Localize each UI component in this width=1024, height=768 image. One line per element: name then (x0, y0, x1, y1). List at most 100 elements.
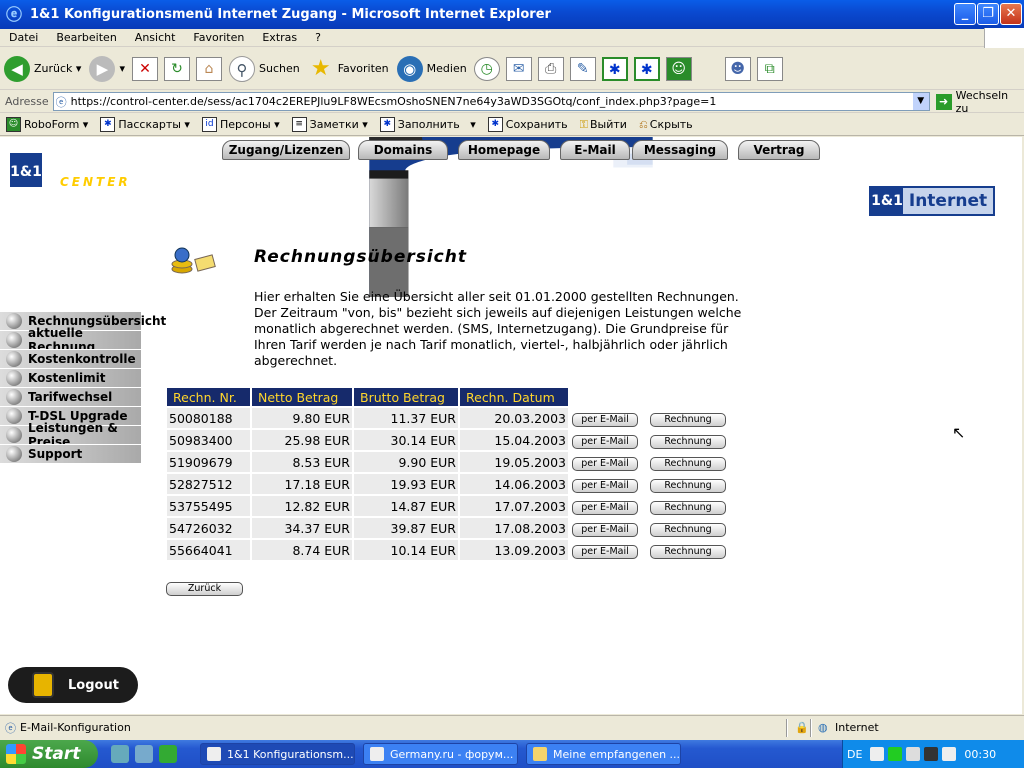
view-bill-button[interactable]: Rechnung (650, 456, 726, 471)
maximize-button[interactable]: ❐ (977, 3, 999, 25)
task-germany-forum[interactable]: Germany.ru - форум... (363, 743, 518, 765)
nav-tab-homepage[interactable]: Homepage (458, 140, 550, 160)
roboform-save-icon[interactable]: ✱ (633, 56, 660, 81)
sidebar-item-kostenlimit[interactable]: Kostenlimit (0, 368, 141, 387)
back-button[interactable]: ◀ Zurück ▾ (4, 55, 81, 82)
menu-datei[interactable]: Datei (9, 31, 38, 44)
menu-help[interactable]: ? (315, 31, 321, 44)
window-titlebar: ⓔ 1&1 Konfigurationsmenü Internet Zugang… (0, 0, 1024, 29)
roboform-notes[interactable]: ≡ Заметки ▾ (291, 117, 368, 132)
net-amount: 9.80 EUR (252, 408, 352, 428)
send-email-button[interactable]: per E-Mail (572, 522, 638, 537)
main-menu-link[interactable]: ◀ Hauptmenü (10, 215, 110, 230)
quicklaunch-desktop-icon[interactable] (135, 745, 153, 763)
key-icon: ⚿ (579, 117, 589, 131)
bullet-icon (6, 389, 22, 405)
roboform-passcards[interactable]: ✱ Пасскарты ▾ (100, 117, 190, 132)
tray-icon[interactable] (924, 747, 939, 761)
view-bill-button[interactable]: Rechnung (650, 544, 726, 559)
gross-amount: 11.37 EUR (354, 408, 458, 428)
address-input[interactable]: ⓔ https://control-center.de/sess/ac1704c… (52, 92, 930, 111)
task-control-center[interactable]: 1&1 Konfigurationsm... (200, 743, 355, 765)
go-button[interactable]: ➜ Wechseln zu (935, 89, 1024, 115)
menu-favoriten[interactable]: Favoriten (193, 31, 244, 44)
favorites-button[interactable]: ★ Favoriten (308, 56, 389, 82)
tray-icon[interactable] (906, 747, 921, 761)
nav-tab-vertrag[interactable]: Vertrag (738, 140, 820, 160)
start-button[interactable]: Start (0, 740, 98, 768)
menu-extras[interactable]: Extras (262, 31, 297, 44)
nav-tab-domains[interactable]: Domains (358, 140, 448, 160)
print-icon[interactable]: ⎙ (537, 56, 564, 81)
send-email-button[interactable]: per E-Mail (572, 456, 638, 471)
folder-task-icon (533, 747, 547, 761)
menu-bearbeiten[interactable]: Bearbeiten (56, 31, 116, 44)
forward-button[interactable]: ▶ ▾ (89, 55, 125, 82)
send-email-button[interactable]: per E-Mail (572, 412, 638, 427)
refresh-icon[interactable]: ↻ (163, 56, 190, 81)
roboform-menu[interactable]: ☺ RoboForm ▾ (6, 117, 88, 132)
sidebar-item-kostenkontrolle[interactable]: Kostenkontrolle (0, 349, 141, 368)
net-amount: 12.82 EUR (252, 496, 352, 516)
history-icon[interactable]: ◷ (473, 56, 500, 81)
send-email-button[interactable]: per E-Mail (572, 478, 638, 493)
task-meine-empfangenen[interactable]: Meine empfangenen ... (526, 743, 681, 765)
quicklaunch-ie-icon[interactable] (111, 745, 129, 763)
ie-icon: ⓔ (6, 4, 23, 24)
minimize-button[interactable]: _ (954, 3, 976, 25)
send-email-button[interactable]: per E-Mail (572, 544, 638, 559)
sidebar-item-aktuelle-rechnung[interactable]: aktuelle Rechnung (0, 326, 141, 354)
nav-tab-email[interactable]: E-Mail (560, 140, 630, 160)
bill-cell: Rechnung (642, 430, 728, 450)
home-icon[interactable]: ⌂ (195, 56, 222, 81)
media-button[interactable]: ◉ Medien (396, 55, 467, 82)
net-amount: 25.98 EUR (252, 430, 352, 450)
roboform-save[interactable]: ✱ Сохранить (487, 117, 568, 132)
tray-icon[interactable] (942, 747, 957, 761)
window-icon[interactable]: ⧉ (756, 56, 783, 81)
nav-tab-messaging[interactable]: Messaging (632, 140, 728, 160)
sidebar-item-support[interactable]: Support (0, 444, 141, 463)
sidebar-item-tarifwechsel[interactable]: Tarifwechsel (0, 387, 141, 406)
fill-icon: ✱ (379, 117, 395, 132)
roboform-hide[interactable]: ⎌ Скрыть (639, 118, 693, 132)
col-header-net: Netto Betrag (252, 388, 352, 406)
logout-button[interactable]: Logout (8, 667, 138, 703)
table-header-row: Rechn. Nr. Netto Betrag Brutto Betrag Re… (167, 388, 728, 406)
windows-logo-icon (984, 28, 1024, 48)
roboform-logoff[interactable]: ⚿ Выйти (580, 118, 627, 132)
zone-text: Internet (835, 721, 879, 734)
back-page-button[interactable]: Zurück (166, 582, 243, 596)
tray-icon[interactable] (870, 747, 885, 761)
roboform-identities[interactable]: id Персоны ▾ (201, 117, 280, 132)
view-bill-button[interactable]: Rechnung (650, 500, 726, 515)
quicklaunch-app-icon[interactable] (159, 745, 177, 763)
gross-amount: 9.90 EUR (354, 452, 458, 472)
close-button[interactable]: ✕ (1000, 3, 1022, 25)
roboform-identity-icon[interactable]: ☺ (665, 56, 692, 81)
language-indicator[interactable]: DE (847, 748, 862, 761)
invoice-number: 51909679 (167, 452, 250, 472)
menu-ansicht[interactable]: Ansicht (135, 31, 176, 44)
send-email-button[interactable]: per E-Mail (572, 500, 638, 515)
tray-icon[interactable] (888, 747, 903, 761)
messenger-icon[interactable]: ☻ (724, 56, 751, 81)
address-dropdown-icon[interactable]: ▼ (912, 93, 929, 110)
roboform-fill[interactable]: ✱ Заполнить ▾ (379, 117, 476, 132)
view-bill-button[interactable]: Rechnung (650, 522, 726, 537)
view-bill-button[interactable]: Rechnung (650, 478, 726, 493)
email-cell: per E-Mail (570, 452, 640, 472)
mail-icon[interactable]: ✉ (505, 56, 532, 81)
invoice-date: 19.05.2003 (460, 452, 568, 472)
sidebar-item-leistungen-preise[interactable]: Leistungen & Preise (0, 421, 141, 449)
roboform-passcard-icon[interactable]: ✱ (601, 56, 628, 81)
search-button[interactable]: ⚲ Suchen (228, 55, 300, 82)
nav-tab-zugang[interactable]: Zugang/Lizenzen (222, 140, 350, 160)
control-center-logo[interactable]: 1&1 CONTROL CENTER (8, 151, 188, 193)
edit-icon[interactable]: ✎ (569, 56, 596, 81)
table-row: 53755495 12.82 EUR 14.87 EUR 17.07.2003 … (167, 496, 728, 516)
view-bill-button[interactable]: Rechnung (650, 412, 726, 427)
send-email-button[interactable]: per E-Mail (572, 434, 638, 449)
stop-icon[interactable]: ✕ (131, 56, 158, 81)
view-bill-button[interactable]: Rechnung (650, 434, 726, 449)
